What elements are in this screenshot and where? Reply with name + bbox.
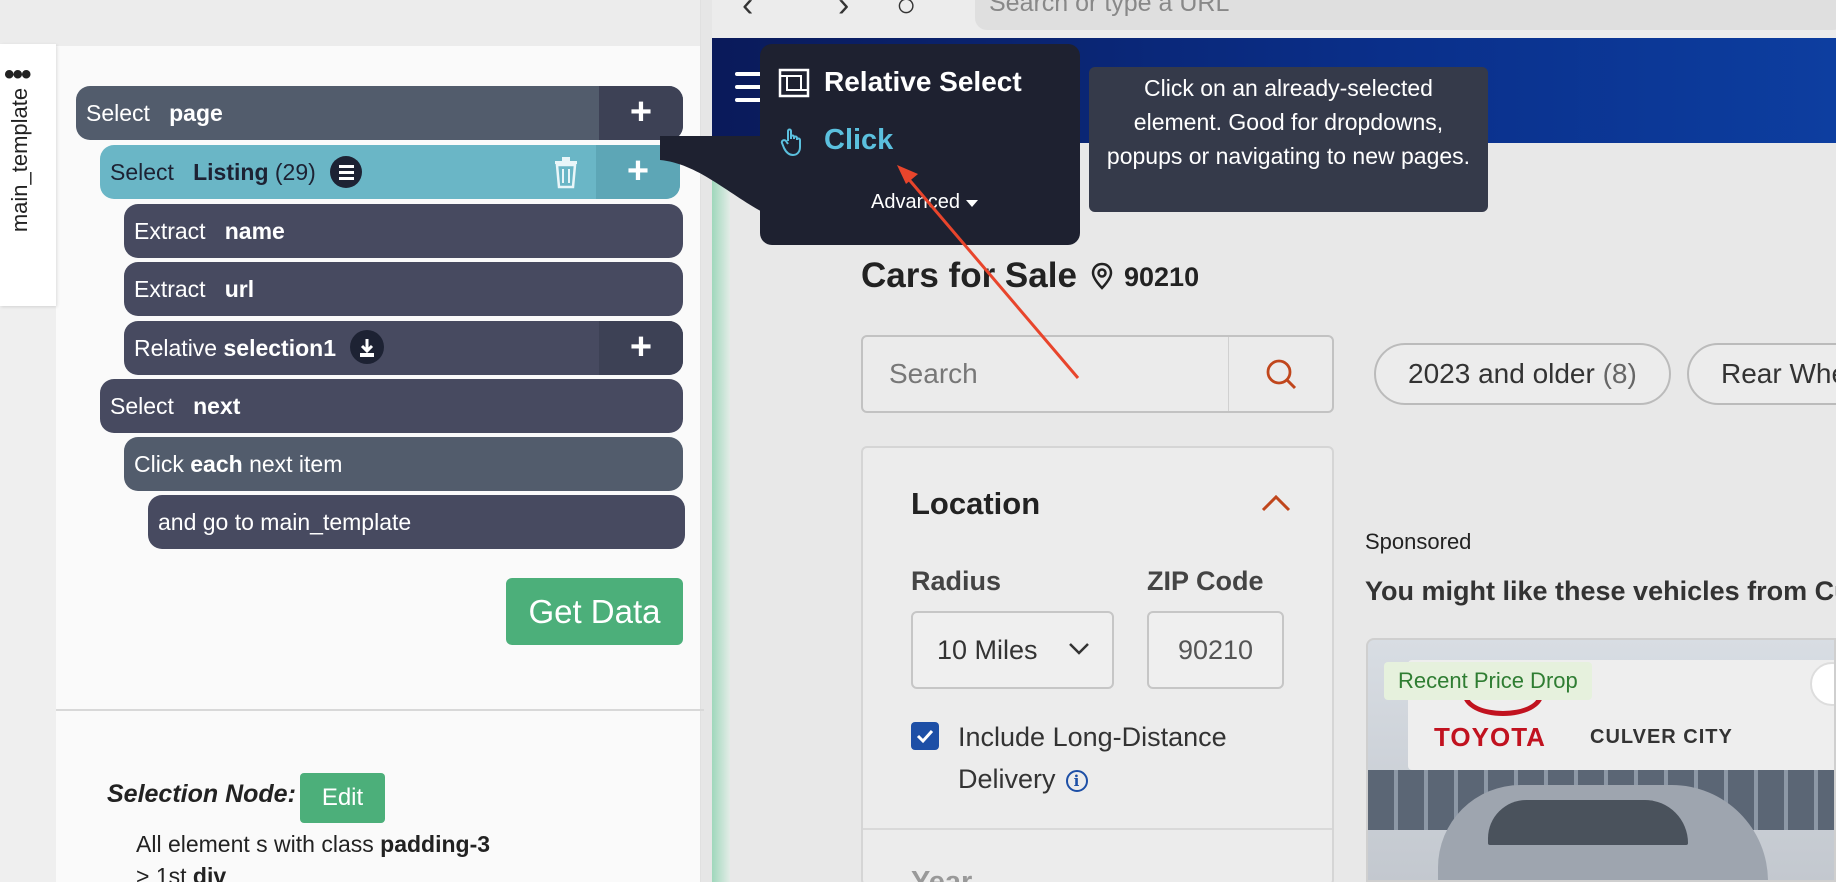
trash-icon[interactable] bbox=[552, 155, 580, 189]
car-window bbox=[1488, 800, 1688, 845]
long-distance-label: Include Long-Distance Delivery i bbox=[958, 716, 1258, 800]
dealer-city: CULVER CITY bbox=[1590, 726, 1733, 748]
command-prefix: Extract bbox=[134, 276, 206, 302]
command-prefix: Select bbox=[110, 159, 174, 185]
checkbox-text: Include Long-Distance Delivery bbox=[958, 722, 1227, 794]
radius-label: Radius bbox=[911, 566, 1002, 596]
command-target: page bbox=[169, 100, 223, 126]
chevron-down-icon bbox=[1069, 643, 1089, 655]
recommendations-heading: You might like these vehicles from Cu bbox=[1365, 576, 1836, 606]
click-action[interactable]: Click bbox=[824, 124, 893, 157]
template-tab-label: main_template bbox=[7, 87, 32, 233]
selector-text: All element s with class bbox=[136, 831, 374, 857]
search-input[interactable] bbox=[863, 337, 1229, 411]
back-icon[interactable]: ‹ bbox=[742, 0, 753, 25]
add-command-button[interactable]: + bbox=[599, 86, 683, 140]
hand-pointer-icon bbox=[780, 128, 801, 157]
selector-tag: div bbox=[192, 863, 227, 882]
command-goto-template[interactable]: and go to main_template bbox=[148, 495, 685, 549]
command-target: Listing bbox=[193, 159, 269, 185]
listing-count: (29) bbox=[274, 159, 316, 185]
info-icon[interactable]: i bbox=[1065, 769, 1088, 792]
popover-title: Relative Select bbox=[824, 66, 1022, 97]
panel-separator bbox=[56, 709, 704, 711]
selection-node-label: Selection Node: bbox=[107, 780, 296, 808]
command-prefix: and go to main_template bbox=[158, 509, 412, 535]
caret-down-icon bbox=[965, 200, 978, 207]
selection-description: All element s with class padding-3 > 1st… bbox=[136, 828, 490, 882]
command-target: name bbox=[224, 218, 285, 244]
location-zip[interactable]: 90210 bbox=[1124, 262, 1199, 293]
location-pin-icon bbox=[1091, 262, 1113, 290]
filter-chip-drivetrain[interactable]: Rear Whe bbox=[1687, 343, 1836, 405]
command-extract-url[interactable]: Extract url bbox=[124, 262, 683, 316]
zip-code-input[interactable]: 90210 bbox=[1147, 611, 1284, 689]
selector-class: padding-3 bbox=[380, 831, 491, 857]
command-prefix: Extract bbox=[134, 218, 206, 244]
search-button[interactable] bbox=[1228, 337, 1332, 411]
url-bar[interactable]: Search or type a URL bbox=[975, 0, 1836, 30]
command-suffix: next item bbox=[249, 451, 343, 477]
long-distance-checkbox[interactable] bbox=[911, 722, 939, 750]
search-box bbox=[861, 335, 1334, 413]
command-select-page[interactable]: Select page + bbox=[76, 86, 683, 140]
zip-code-label: ZIP Code bbox=[1147, 566, 1264, 596]
command-target: each bbox=[190, 451, 243, 477]
price-drop-badge: Recent Price Drop bbox=[1384, 662, 1592, 700]
list-icon[interactable] bbox=[330, 155, 363, 188]
relative-select-icon bbox=[778, 68, 810, 98]
year-section-title[interactable]: Year bbox=[911, 866, 972, 882]
command-relative-selection[interactable]: Relative selection1 + bbox=[124, 321, 683, 375]
download-icon[interactable] bbox=[350, 329, 385, 364]
advanced-toggle[interactable]: Advanced bbox=[871, 191, 978, 214]
command-target: selection1 bbox=[223, 335, 337, 361]
forward-icon[interactable]: › bbox=[838, 0, 849, 25]
dealer-brand: TOYOTA bbox=[1434, 722, 1546, 752]
command-target: next bbox=[193, 393, 241, 419]
location-section-title[interactable]: Location bbox=[911, 486, 1040, 522]
add-command-button[interactable]: + bbox=[599, 321, 683, 375]
radius-value: 10 Miles bbox=[937, 635, 1038, 665]
page-title: Cars for Sale bbox=[861, 256, 1077, 295]
checkmark-icon bbox=[916, 729, 934, 744]
search-icon bbox=[1266, 359, 1297, 390]
radius-select[interactable]: 10 Miles bbox=[911, 611, 1114, 689]
popover-pointer bbox=[660, 136, 770, 216]
command-prefix: Click bbox=[134, 451, 184, 477]
command-prefix: Select bbox=[86, 100, 150, 126]
vehicle-card[interactable]: TOYOTA CULVER CITY Recent Price Drop bbox=[1366, 638, 1836, 882]
click-tooltip: Click on an already-selected element. Go… bbox=[1089, 67, 1488, 212]
get-data-button[interactable]: Get Data bbox=[506, 578, 683, 645]
chip-label: Rear Whe bbox=[1721, 358, 1836, 389]
section-divider bbox=[863, 828, 1332, 830]
filter-chip-year[interactable]: 2023 and older (8) bbox=[1374, 343, 1671, 405]
command-prefix: Relative bbox=[134, 335, 218, 361]
command-select-listing[interactable]: Select Listing (29) + bbox=[100, 145, 680, 199]
command-extract-name[interactable]: Extract name bbox=[124, 204, 683, 258]
chip-count: (8) bbox=[1602, 358, 1637, 389]
menu-icon[interactable] bbox=[735, 72, 763, 108]
sponsored-label: Sponsored bbox=[1365, 529, 1472, 554]
edit-selection-button[interactable]: Edit bbox=[300, 773, 385, 823]
chevron-up-icon[interactable] bbox=[1260, 492, 1292, 514]
command-click-each[interactable]: Click each next item bbox=[124, 437, 683, 491]
advanced-label: Advanced bbox=[871, 191, 960, 213]
selector-text: > 1st bbox=[136, 863, 187, 882]
panel-top-strip bbox=[0, 0, 700, 46]
reload-icon[interactable]: ○ bbox=[896, 0, 917, 25]
command-prefix: Select bbox=[110, 393, 174, 419]
chip-label: 2023 and older bbox=[1408, 358, 1595, 389]
command-select-next[interactable]: Select next bbox=[100, 379, 683, 433]
command-target: url bbox=[224, 276, 255, 302]
panel-divider[interactable] bbox=[700, 0, 712, 882]
